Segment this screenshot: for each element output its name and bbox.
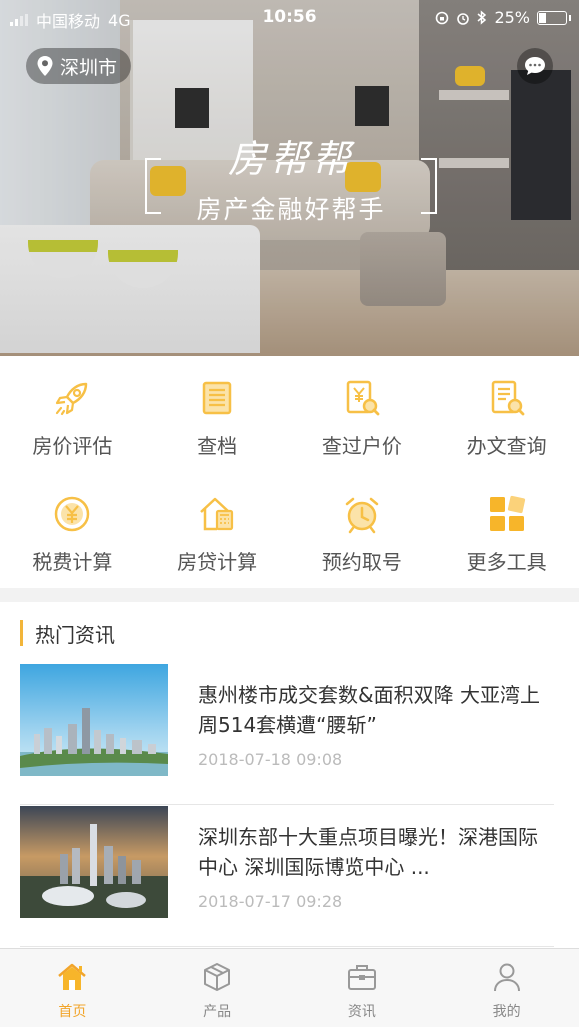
news-section-title: 热门资讯 (35, 622, 115, 647)
home-icon (58, 963, 87, 990)
hero-banner[interactable]: 中国移动 4G 10:56 25% 深圳市 房帮帮 房产金融好帮手 (0, 0, 579, 356)
news-header: 热门资讯 (0, 602, 579, 664)
tool-tax-calculator[interactable]: 税费计算 (0, 472, 145, 588)
news-thumbnail (20, 806, 168, 918)
grid-icon (489, 495, 525, 531)
tool-house-price-estimate[interactable]: 房价评估 (0, 356, 145, 472)
alarm-icon (457, 12, 470, 25)
tools-grid: 房价评估 查档 查过户价 办文查询 税费计算 房贷计算 预约取号 更多工具 (0, 356, 579, 588)
file-search-icon (491, 380, 525, 416)
battery-fill (539, 12, 546, 23)
alarm-clock-icon (345, 497, 379, 534)
news-date: 2018-07-17 09:28 (198, 892, 343, 911)
bottom-tab-bar: 首页 产品 资讯 我的 (0, 948, 579, 1027)
tool-label: 税费计算 (32, 550, 113, 574)
tool-mortgage-calculator[interactable]: 房贷计算 (145, 472, 290, 588)
location-pin-icon (37, 56, 53, 76)
user-icon (493, 963, 520, 992)
news-title: 惠州楼市成交套数&面积双降 大亚湾上周514套横遭“腰斩” (198, 683, 540, 737)
document-icon (202, 381, 232, 415)
tool-file-query[interactable]: 办文查询 (434, 356, 579, 472)
tool-label: 查过户价 (321, 434, 402, 458)
house-calculator-icon (200, 497, 234, 531)
news-section: 热门资讯 惠州楼市成交套数&面积双降 大亚湾上周514套横遭“腰斩” 2018-… (0, 602, 579, 948)
section-accent-bar (20, 620, 23, 646)
news-item[interactable]: 深圳东部十大重点项目曝光！深港国际中心 深圳国际博览中心 ... 2018-07… (20, 806, 554, 947)
tab-label: 首页 (58, 1004, 87, 1020)
tool-more[interactable]: 更多工具 (434, 472, 579, 588)
tool-appointment[interactable]: 预约取号 (290, 472, 435, 588)
rocket-icon (56, 382, 88, 416)
tab-label: 我的 (492, 1004, 521, 1020)
news-date: 2018-07-18 09:08 (198, 750, 343, 769)
message-button[interactable] (517, 48, 553, 84)
briefcase-icon (347, 965, 376, 990)
city-label: 深圳市 (60, 56, 118, 79)
tool-label: 房价评估 (32, 434, 113, 458)
chat-bubble-icon (525, 57, 545, 75)
tab-label: 产品 (203, 1004, 232, 1020)
tool-label: 办文查询 (466, 434, 547, 458)
tab-home[interactable]: 首页 (0, 949, 145, 1027)
tab-label: 资讯 (347, 1004, 376, 1020)
tab-profile[interactable]: 我的 (434, 949, 579, 1027)
tool-transfer-price[interactable]: 查过户价 (290, 356, 435, 472)
brand-tagline: 房产金融好帮手 (196, 195, 386, 224)
yen-coin-icon (55, 496, 90, 532)
news-title: 深圳东部十大重点项目曝光！深港国际中心 深圳国际博览中心 ... (198, 825, 538, 879)
tool-record-check[interactable]: 查档 (145, 356, 290, 472)
tab-news[interactable]: 资讯 (290, 949, 435, 1027)
tool-label: 预约取号 (321, 550, 402, 574)
bluetooth-icon (477, 10, 487, 25)
tab-products[interactable]: 产品 (145, 949, 290, 1027)
status-bar: 中国移动 4G 10:56 25% (0, 0, 579, 36)
tool-label: 更多工具 (466, 550, 547, 574)
price-search-icon (346, 380, 380, 416)
news-thumbnail (20, 664, 168, 776)
tool-label: 房贷计算 (177, 550, 258, 574)
battery-icon (537, 10, 571, 25)
news-item[interactable]: 惠州楼市成交套数&面积双降 大亚湾上周514套横遭“腰斩” 2018-07-18… (20, 664, 554, 805)
box-icon (204, 963, 231, 991)
brand-logo: 房帮帮 房产金融好帮手 (145, 128, 437, 224)
orientation-lock-icon (436, 11, 449, 24)
city-selector[interactable]: 深圳市 (26, 48, 132, 84)
battery-label: 25% (494, 8, 530, 27)
brand-script: 房帮帮 (227, 137, 354, 181)
tool-label: 查档 (197, 434, 238, 458)
